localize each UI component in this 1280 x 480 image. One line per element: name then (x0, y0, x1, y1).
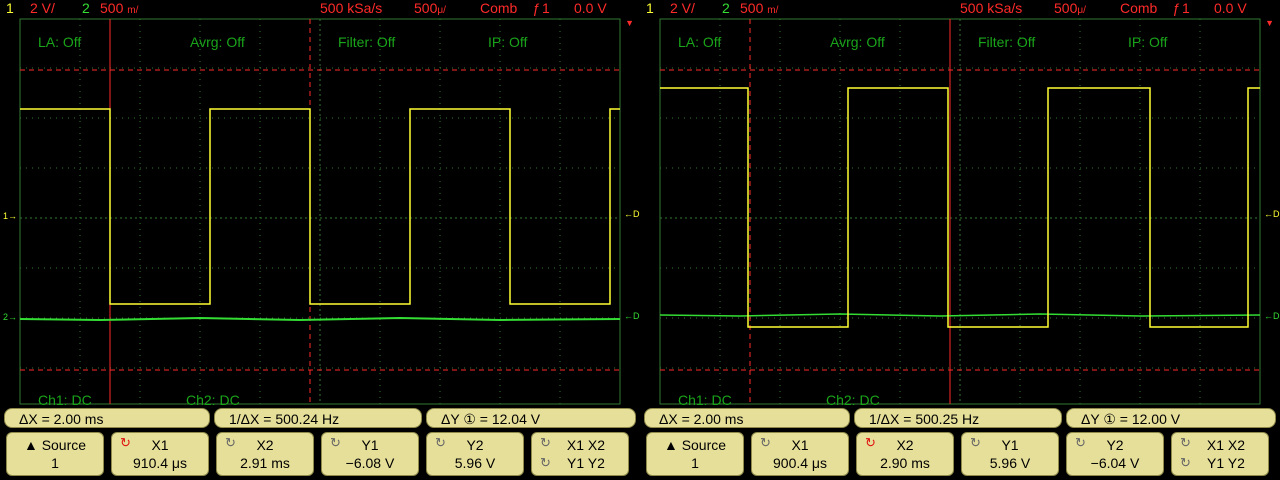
y1-softkey[interactable]: ↻ Y1 −6.08 V (321, 432, 419, 476)
acquisition-mode: Comb (1120, 0, 1158, 16)
trigger-source: 1 (542, 0, 550, 16)
ch2-number: 2 (82, 0, 90, 16)
scope-screen-left: 1 2 V/ 2 500 m/ 500 kSa/s 500μ/ Comb ƒ 1… (0, 0, 640, 480)
y1-softkey[interactable]: ↻ Y1 5.96 V (961, 432, 1059, 476)
up-arrow-icon: ▲ (663, 437, 682, 453)
ch1-coupling-label: Ch1: DC (678, 392, 732, 408)
source-softkey[interactable]: ▲ Source 1 (6, 432, 104, 476)
x2-softkey[interactable]: ↻ X2 2.91 ms (216, 432, 314, 476)
rising-edge-icon: ƒ (532, 0, 540, 16)
filter-status: Filter: Off (338, 34, 396, 50)
y2-softkey[interactable]: ↻ Y2 −6.04 V (1066, 432, 1164, 476)
ch2-ground-marker[interactable]: 2→ (3, 312, 17, 322)
delta-y-readout: ΔY ① = 12.00 V (1066, 408, 1276, 428)
ch1-coupling-marker: ←DC1 (1264, 209, 1280, 219)
sample-rate: 500 kSa/s (320, 0, 383, 16)
timebase[interactable]: 500μ/ (1054, 0, 1086, 16)
x1-softkey[interactable]: ↻ X1 910.4 μs (111, 432, 209, 476)
sample-rate: 500 kSa/s (960, 0, 1023, 16)
source-softkey[interactable]: ▲ Source 1 (646, 432, 744, 476)
ch1-number: 1 (646, 0, 654, 16)
up-arrow-icon: ▲ (23, 437, 42, 453)
xy-link-softkey[interactable]: ↻ ↻ X1 X2 Y1 Y2 (531, 432, 629, 476)
scope-screen-right: 1 2 V/ 2 500 m/ 500 kSa/s 500μ/ Comb ƒ 1… (640, 0, 1280, 480)
ch2-scale[interactable]: 500 m/ (740, 0, 778, 16)
waveform-display (659, 18, 1261, 405)
inverse-delta-x-readout: 1/ΔX = 500.24 Hz (214, 408, 422, 428)
trigger-source: 1 (1182, 0, 1190, 16)
ch1-ground-marker[interactable]: 1→ (3, 211, 17, 221)
timebase[interactable]: 500μ/ (414, 0, 446, 16)
avrg-status: Avrg: Off (830, 34, 885, 50)
cursors[interactable] (660, 19, 1260, 404)
ip-status: IP: Off (488, 34, 528, 50)
ch2-scale[interactable]: 500 m/ (100, 0, 138, 16)
xy-link-softkey[interactable]: ↻ ↻ X1 X2 Y1 Y2 (1171, 432, 1269, 476)
status-header: 1 2 V/ 2 500 m/ 500 kSa/s 500μ/ Comb ƒ 1… (0, 0, 640, 18)
x1-softkey[interactable]: ↻ X1 900.4 μs (751, 432, 849, 476)
ch2-coupling-label: Ch2: DC (186, 392, 240, 408)
x2-softkey[interactable]: ↻ X2 2.90 ms (856, 432, 954, 476)
ch1-scale[interactable]: 2 V/ (670, 0, 695, 16)
ch1-coupling-marker: ←DC1 (624, 209, 640, 219)
status-header: 1 2 V/ 2 500 m/ 500 kSa/s 500μ/ Comb ƒ 1… (640, 0, 1280, 18)
delta-y-readout: ΔY ① = 12.04 V (426, 408, 636, 428)
ch1-coupling-label: Ch1: DC (38, 392, 92, 408)
inverse-delta-x-readout: 1/ΔX = 500.25 Hz (854, 408, 1062, 428)
la-status: LA: Off (38, 34, 82, 50)
trigger-level: 0.0 V (574, 0, 607, 16)
la-status: LA: Off (678, 34, 722, 50)
rising-edge-icon: ƒ (1172, 0, 1180, 16)
filter-status: Filter: Off (978, 34, 1036, 50)
ch2-coupling-marker: ←DC2 (624, 311, 640, 321)
acquisition-mode: Comb (480, 0, 518, 16)
waveform-display (19, 18, 621, 405)
y2-softkey[interactable]: ↻ Y2 5.96 V (426, 432, 524, 476)
delta-x-readout: ΔX = 2.00 ms (644, 408, 850, 428)
trigger-level: 0.0 V (1214, 0, 1247, 16)
avrg-status: Avrg: Off (190, 34, 245, 50)
delta-x-readout: ΔX = 2.00 ms (4, 408, 210, 428)
ip-status: IP: Off (1128, 34, 1168, 50)
ch2-coupling-marker: ←DC2 (1264, 311, 1280, 321)
ch1-scale[interactable]: 2 V/ (30, 0, 55, 16)
ch2-number: 2 (722, 0, 730, 16)
ch1-number: 1 (6, 0, 14, 16)
ch2-coupling-label: Ch2: DC (826, 392, 880, 408)
